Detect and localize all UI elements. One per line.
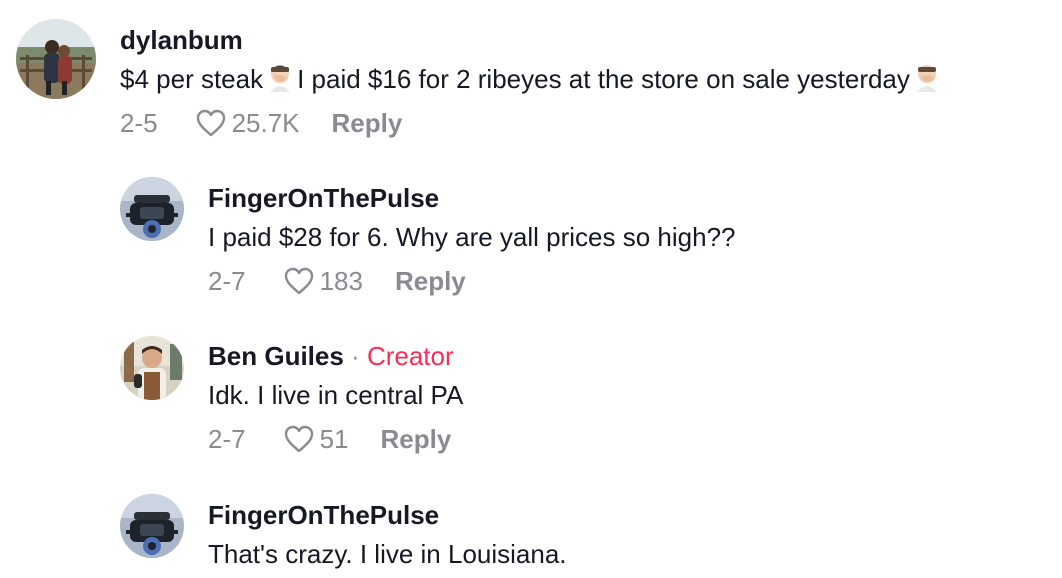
comment-text: I paid $28 for 6. Why are yall prices so…: [208, 222, 736, 252]
separator-dot: ·: [343, 341, 367, 371]
like-count: 51: [319, 423, 349, 454]
comment-date: 2-7: [208, 265, 246, 296]
comment-meta: 2-5 25.7K Reply: [120, 106, 944, 140]
creator-badge: Creator: [366, 341, 454, 371]
comment-meta: 2-7 51 Reply: [208, 422, 463, 456]
comment-meta: 2-7 183 Reply: [208, 264, 736, 298]
comment-text-part: I paid $16 for 2 ribeyes at the store on…: [297, 64, 910, 94]
avatar[interactable]: [16, 19, 96, 99]
reply-button[interactable]: Reply: [395, 266, 466, 297]
like-count: 183: [319, 265, 363, 296]
comment-text-part: $4 per steak: [120, 64, 264, 94]
heart-icon: [196, 109, 225, 137]
comment-username[interactable]: FingerOnThePulse: [208, 499, 567, 531]
like-button[interactable]: 183: [284, 266, 363, 297]
facepalm-emoji-icon: [912, 63, 942, 93]
avatar[interactable]: [120, 336, 184, 400]
comment-date: 2-5: [120, 107, 158, 138]
comment-text: $4 per steak I paid $16 for 2 ribeyes at…: [120, 62, 944, 96]
heart-icon: [284, 267, 313, 295]
comment-text: Idk. I live in central PA: [208, 380, 464, 410]
avatar[interactable]: [120, 177, 184, 241]
like-count: 25.7K: [231, 107, 300, 138]
like-button[interactable]: 25.7K: [196, 108, 300, 139]
comment-username[interactable]: FingerOnThePulse: [208, 182, 736, 214]
comment-username-row: Ben Guiles · Creator: [208, 340, 463, 372]
comment-date: 2-7: [208, 423, 246, 454]
avatar[interactable]: [120, 494, 184, 558]
heart-icon: [284, 425, 313, 453]
like-button[interactable]: 51: [284, 424, 349, 455]
comment-text: That's crazy. I live in Louisiana.: [208, 539, 567, 569]
facepalm-emoji-icon: [265, 63, 295, 93]
comment-username[interactable]: Ben Guiles: [208, 341, 344, 371]
reply-button[interactable]: Reply: [381, 424, 452, 455]
reply-button[interactable]: Reply: [332, 108, 403, 139]
comment-username[interactable]: dylanbum: [120, 24, 944, 56]
